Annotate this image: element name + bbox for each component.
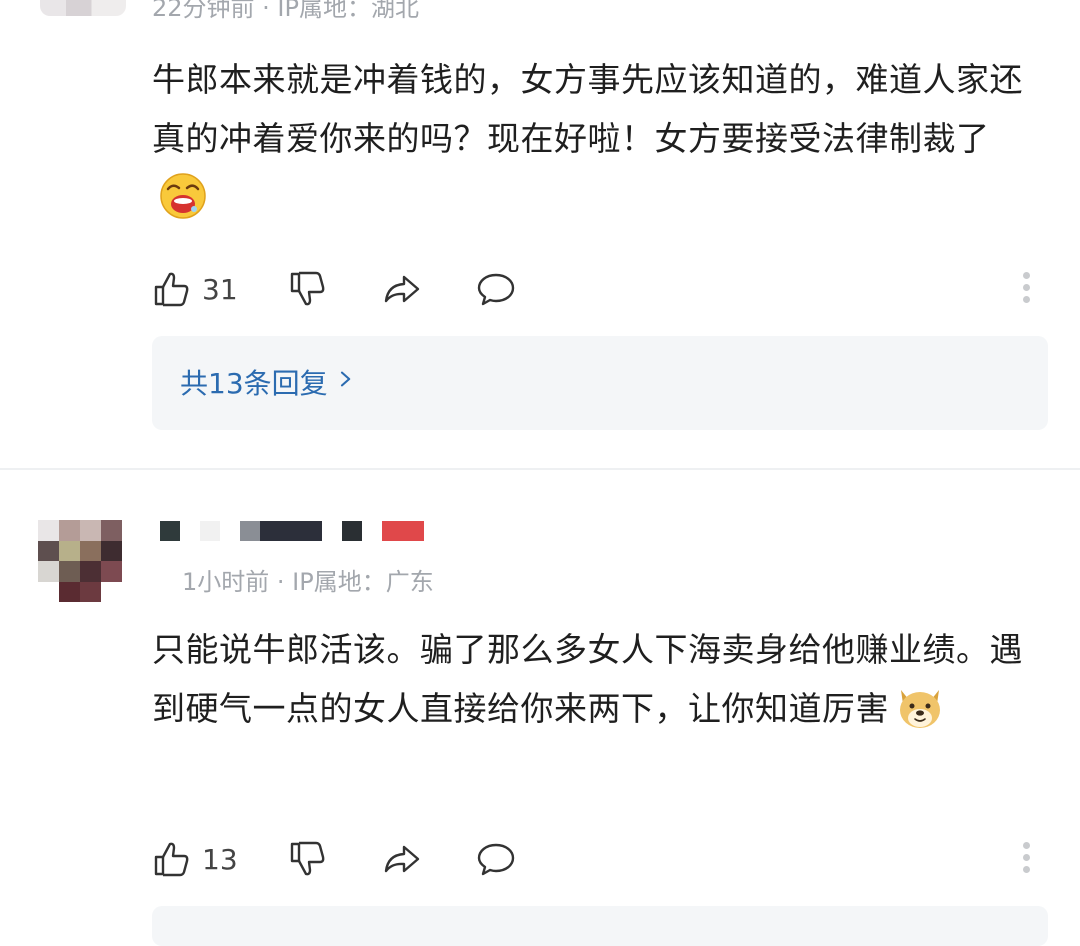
- laughing-drooling-face-icon: [158, 171, 208, 221]
- comment-text-content: 只能说牛郎活该。骗了那么多女人下海卖身给他赚业绩。遇到硬气一点的女人直接给你来两…: [152, 630, 1023, 728]
- thumbs-down-icon: [290, 271, 325, 306]
- replies-count-label: 共13条回复: [180, 367, 328, 400]
- comment-text: 牛郎本来就是冲着钱的，女方事先应该知道的，难道人家还真的冲着爱你来的吗？现在好啦…: [152, 50, 1032, 227]
- like-count: 31: [202, 272, 238, 306]
- comment-meta: 22分钟前 · IP属地：湖北: [152, 0, 419, 22]
- comment-actions: 13: [152, 839, 1032, 879]
- comment-actions: 31: [152, 269, 1032, 309]
- divider: [0, 468, 1080, 470]
- chevron-right-icon: [338, 367, 354, 397]
- comment-text-content: 牛郎本来就是冲着钱的，女方事先应该知道的，难道人家还真的冲着爱你来的吗？现在好啦…: [152, 60, 1023, 158]
- reply-button[interactable]: [476, 269, 516, 309]
- share-button[interactable]: [382, 269, 422, 309]
- doge-face-icon: [895, 682, 945, 732]
- thumbs-up-icon: [154, 272, 189, 307]
- dislike-button[interactable]: [288, 269, 328, 309]
- replies-panel[interactable]: 共13条回复: [152, 336, 1048, 430]
- thumbs-down-icon: [290, 841, 325, 876]
- view-replies-link[interactable]: 共13条回复: [180, 362, 354, 402]
- thumbs-up-icon: [154, 842, 189, 877]
- dislike-button[interactable]: [288, 839, 328, 879]
- avatar[interactable]: [38, 520, 122, 602]
- more-vertical-icon[interactable]: [1020, 269, 1032, 309]
- comment-text: 只能说牛郎活该。骗了那么多女人下海卖身给他赚业绩。遇到硬气一点的女人直接给你来两…: [152, 620, 1032, 738]
- replies-panel[interactable]: [152, 906, 1048, 946]
- share-arrow-icon: [384, 845, 420, 873]
- like-button[interactable]: 13: [152, 839, 238, 879]
- avatar[interactable]: [40, 0, 126, 16]
- username-redacted[interactable]: [160, 521, 430, 541]
- chat-bubble-icon: [477, 273, 515, 306]
- comment-meta: 1小时前 · IP属地：广东: [182, 568, 434, 596]
- more-vertical-icon[interactable]: [1020, 839, 1032, 879]
- chat-bubble-icon: [477, 843, 515, 876]
- reply-button[interactable]: [476, 839, 516, 879]
- share-arrow-icon: [384, 275, 420, 303]
- like-count: 13: [202, 842, 238, 876]
- share-button[interactable]: [382, 839, 422, 879]
- like-button[interactable]: 31: [152, 269, 238, 309]
